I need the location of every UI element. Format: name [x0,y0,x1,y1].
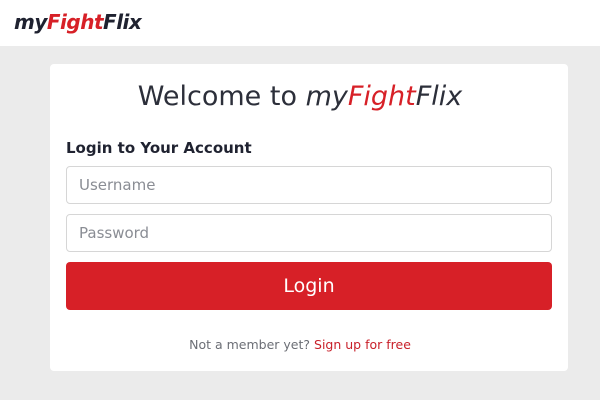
login-subtitle: Login to Your Account [66,139,252,157]
welcome-prefix: Welcome to [137,81,297,112]
signup-prompt: Not a member yet? [189,337,311,352]
signup-link[interactable]: Sign up for free [314,337,411,352]
password-input[interactable] [66,214,552,252]
brand-logo-my: my [14,10,47,34]
brand-logo[interactable]: myFightFlix [14,10,142,34]
welcome-brand-flix: Flix [415,81,463,112]
welcome-brand-fight: Fight [347,81,416,112]
brand-logo-flix: Flix [103,10,142,34]
username-input[interactable] [66,166,552,204]
brand-logo-fight: Fight [46,10,104,34]
welcome-title: Welcome to myFightFlix [0,80,600,114]
welcome-brand: myFightFlix [306,81,463,112]
welcome-brand-my: my [305,81,348,112]
login-button[interactable]: Login [66,262,552,310]
top-header: myFightFlix [0,0,600,46]
signup-line: Not a member yet? Sign up for free [0,336,600,354]
